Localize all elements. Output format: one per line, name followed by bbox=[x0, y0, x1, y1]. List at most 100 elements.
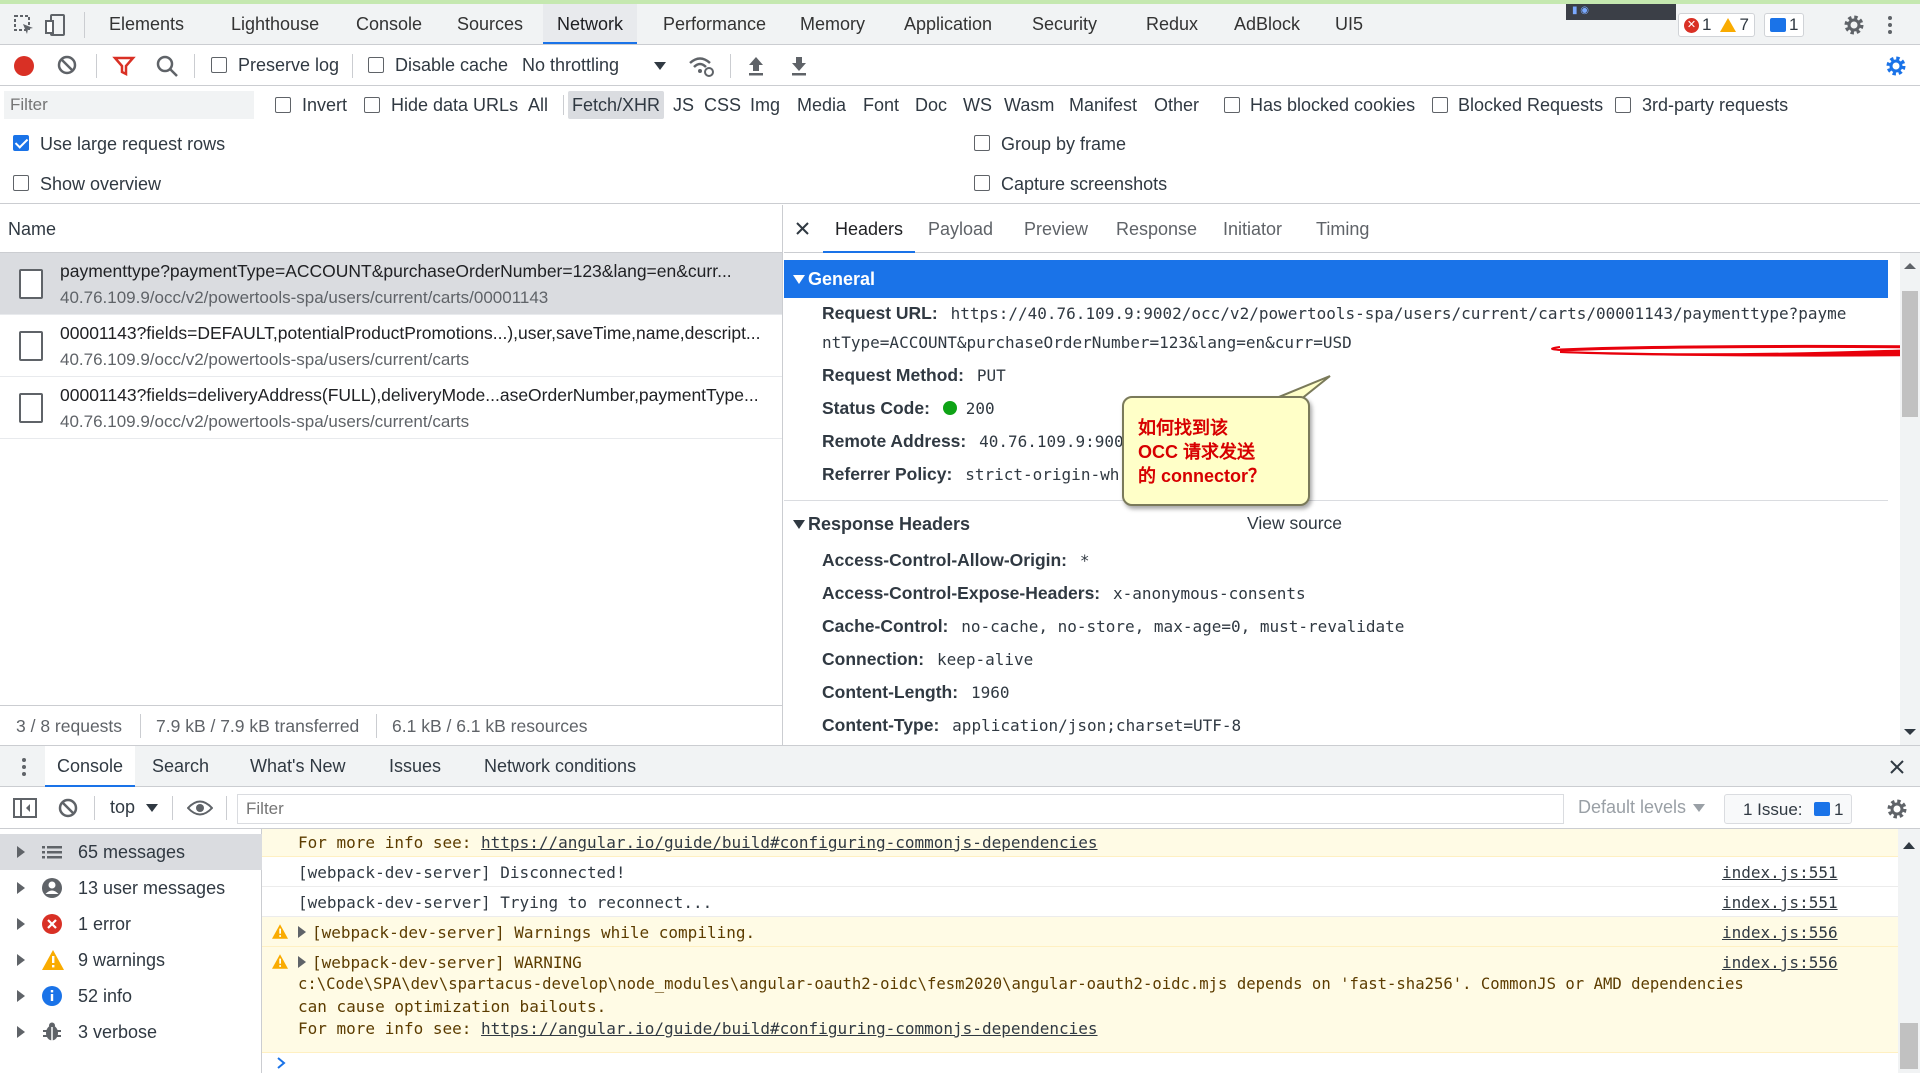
filter-type-css[interactable]: CSS bbox=[700, 91, 745, 119]
tab-network[interactable]: Network bbox=[543, 4, 638, 44]
tab-application[interactable]: Application bbox=[890, 4, 1006, 44]
drawer-tab-network-conditions[interactable]: Network conditions bbox=[472, 746, 648, 787]
view-source-link[interactable]: View source bbox=[1247, 513, 1342, 534]
message-counter[interactable]: 1 bbox=[1764, 13, 1805, 37]
filter-type-fetch-xhr[interactable]: Fetch/XHR bbox=[568, 91, 665, 119]
device-toolbar-icon[interactable] bbox=[44, 13, 68, 37]
close-drawer-icon[interactable] bbox=[1890, 760, 1904, 774]
network-filter-input[interactable] bbox=[4, 91, 254, 119]
request-row[interactable]: 00001143?fields=DEFAULT,potentialProduct… bbox=[0, 315, 782, 377]
invert-checkbox[interactable] bbox=[275, 97, 291, 113]
message-source-link[interactable]: index.js:551 bbox=[1722, 893, 1838, 912]
large-rows-checkbox[interactable] bbox=[13, 135, 29, 151]
more-options-icon[interactable] bbox=[1886, 13, 1894, 37]
console-filter-input[interactable] bbox=[237, 794, 1564, 824]
expand-arrow-icon[interactable] bbox=[298, 926, 306, 938]
search-icon[interactable] bbox=[155, 54, 179, 78]
filter-type-js[interactable]: JS bbox=[669, 91, 698, 119]
sidebar-item-messages[interactable]: 65 messages bbox=[0, 834, 262, 870]
drawer-tab-console[interactable]: Console bbox=[45, 746, 136, 787]
tab-redux[interactable]: Redux bbox=[1132, 4, 1212, 44]
sidebar-item-errors[interactable]: 1 error bbox=[0, 906, 262, 942]
tab-response[interactable]: Response bbox=[1104, 205, 1209, 253]
show-overview-checkbox[interactable] bbox=[13, 175, 29, 191]
sidebar-item-user-messages[interactable]: 13 user messages bbox=[0, 870, 262, 906]
tab-security[interactable]: Security bbox=[1018, 4, 1111, 44]
throttling-select[interactable]: No throttling bbox=[522, 55, 619, 76]
drawer-menu-icon[interactable] bbox=[20, 756, 28, 778]
drawer-tab-issues[interactable]: Issues bbox=[377, 746, 453, 787]
message-source-link[interactable]: index.js:556 bbox=[1722, 923, 1838, 942]
context-select[interactable]: top bbox=[110, 797, 135, 818]
tab-lighthouse[interactable]: Lighthouse bbox=[217, 4, 333, 44]
console-warning-message[interactable]: [webpack-dev-server] WARNING index.js:55… bbox=[262, 947, 1898, 1053]
filter-type-all[interactable]: All bbox=[524, 91, 552, 119]
sidebar-item-verbose[interactable]: 3 verbose bbox=[0, 1014, 262, 1050]
request-row[interactable]: 00001143?fields=deliveryAddress(FULL),de… bbox=[0, 377, 782, 439]
console-warning-message[interactable]: [webpack-dev-server] Warnings while comp… bbox=[262, 917, 1898, 947]
network-settings-gear-icon[interactable] bbox=[1884, 54, 1908, 78]
tab-elements[interactable]: Elements bbox=[95, 4, 198, 44]
levels-chevron-down-icon[interactable] bbox=[1693, 804, 1705, 812]
live-expression-eye-icon[interactable] bbox=[187, 799, 213, 817]
context-chevron-down-icon[interactable] bbox=[146, 804, 158, 812]
tab-headers[interactable]: Headers bbox=[823, 205, 916, 253]
console-settings-gear-icon[interactable] bbox=[1885, 797, 1909, 821]
has-blocked-cookies-checkbox[interactable] bbox=[1224, 97, 1240, 113]
message-link[interactable]: https://angular.io/guide/build#configuri… bbox=[481, 833, 1098, 852]
filter-icon[interactable] bbox=[112, 54, 136, 78]
tab-console[interactable]: Console bbox=[342, 4, 436, 44]
filter-type-manifest[interactable]: Manifest bbox=[1065, 91, 1141, 119]
group-by-frame-checkbox[interactable] bbox=[974, 135, 990, 151]
sidebar-toggle-icon[interactable] bbox=[13, 797, 37, 819]
console-prompt-chevron-icon[interactable] bbox=[276, 1057, 286, 1069]
record-icon[interactable] bbox=[12, 54, 36, 78]
import-har-upload-icon[interactable] bbox=[746, 54, 766, 78]
network-conditions-wifi-icon[interactable] bbox=[688, 54, 714, 78]
filter-type-media[interactable]: Media bbox=[793, 91, 850, 119]
disable-cache-checkbox[interactable] bbox=[368, 57, 384, 73]
filter-type-img[interactable]: Img bbox=[746, 91, 784, 119]
tab-preview[interactable]: Preview bbox=[1012, 205, 1100, 253]
settings-gear-icon[interactable] bbox=[1842, 13, 1866, 37]
tab-ui5[interactable]: UI5 bbox=[1321, 4, 1377, 44]
name-column-header[interactable]: Name bbox=[0, 205, 782, 253]
tab-sources[interactable]: Sources bbox=[443, 4, 537, 44]
tab-initiator[interactable]: Initiator bbox=[1211, 205, 1294, 253]
tab-performance[interactable]: Performance bbox=[649, 4, 780, 44]
filter-type-other[interactable]: Other bbox=[1150, 91, 1203, 119]
message-source-link[interactable]: index.js:556 bbox=[1722, 953, 1838, 972]
detail-scrollbar[interactable] bbox=[1900, 253, 1920, 745]
message-source-link[interactable]: index.js:551 bbox=[1722, 863, 1838, 882]
clear-icon[interactable] bbox=[56, 54, 78, 76]
sidebar-item-warnings[interactable]: 9 warnings bbox=[0, 942, 262, 978]
throttling-chevron-down-icon[interactable] bbox=[654, 62, 666, 70]
issue-counter[interactable]: ✕ 1 7 bbox=[1678, 13, 1755, 37]
tab-payload[interactable]: Payload bbox=[916, 205, 1005, 253]
log-levels-select[interactable]: Default levels bbox=[1578, 797, 1686, 818]
sidebar-item-info[interactable]: 52 info bbox=[0, 978, 262, 1014]
clear-console-icon[interactable] bbox=[57, 797, 79, 819]
blocked-requests-checkbox[interactable] bbox=[1432, 97, 1448, 113]
filter-type-ws[interactable]: WS bbox=[959, 91, 996, 119]
filter-type-font[interactable]: Font bbox=[859, 91, 903, 119]
drawer-tab-whats-new[interactable]: What's New bbox=[238, 746, 357, 787]
tab-memory[interactable]: Memory bbox=[786, 4, 879, 44]
message-link[interactable]: https://angular.io/guide/build#configuri… bbox=[481, 1019, 1098, 1038]
inspect-element-icon[interactable] bbox=[12, 13, 36, 37]
filter-type-wasm[interactable]: Wasm bbox=[1000, 91, 1058, 119]
issues-badge-button[interactable]: 1 Issue: 1 bbox=[1724, 794, 1852, 824]
hide-data-urls-checkbox[interactable] bbox=[364, 97, 380, 113]
filter-type-doc[interactable]: Doc bbox=[911, 91, 951, 119]
request-row[interactable]: paymenttype?paymentType=ACCOUNT&purchase… bbox=[0, 253, 782, 315]
export-har-download-icon[interactable] bbox=[789, 54, 809, 78]
close-detail-icon[interactable] bbox=[796, 222, 809, 235]
console-scrollbar[interactable] bbox=[1898, 829, 1920, 1073]
drawer-tab-search[interactable]: Search bbox=[140, 746, 221, 787]
third-party-requests-checkbox[interactable] bbox=[1615, 97, 1631, 113]
tab-adblock[interactable]: AdBlock bbox=[1220, 4, 1314, 44]
preserve-log-checkbox[interactable] bbox=[211, 57, 227, 73]
expand-arrow-icon[interactable] bbox=[298, 956, 306, 968]
capture-screenshots-checkbox[interactable] bbox=[974, 175, 990, 191]
tab-timing[interactable]: Timing bbox=[1304, 205, 1381, 253]
